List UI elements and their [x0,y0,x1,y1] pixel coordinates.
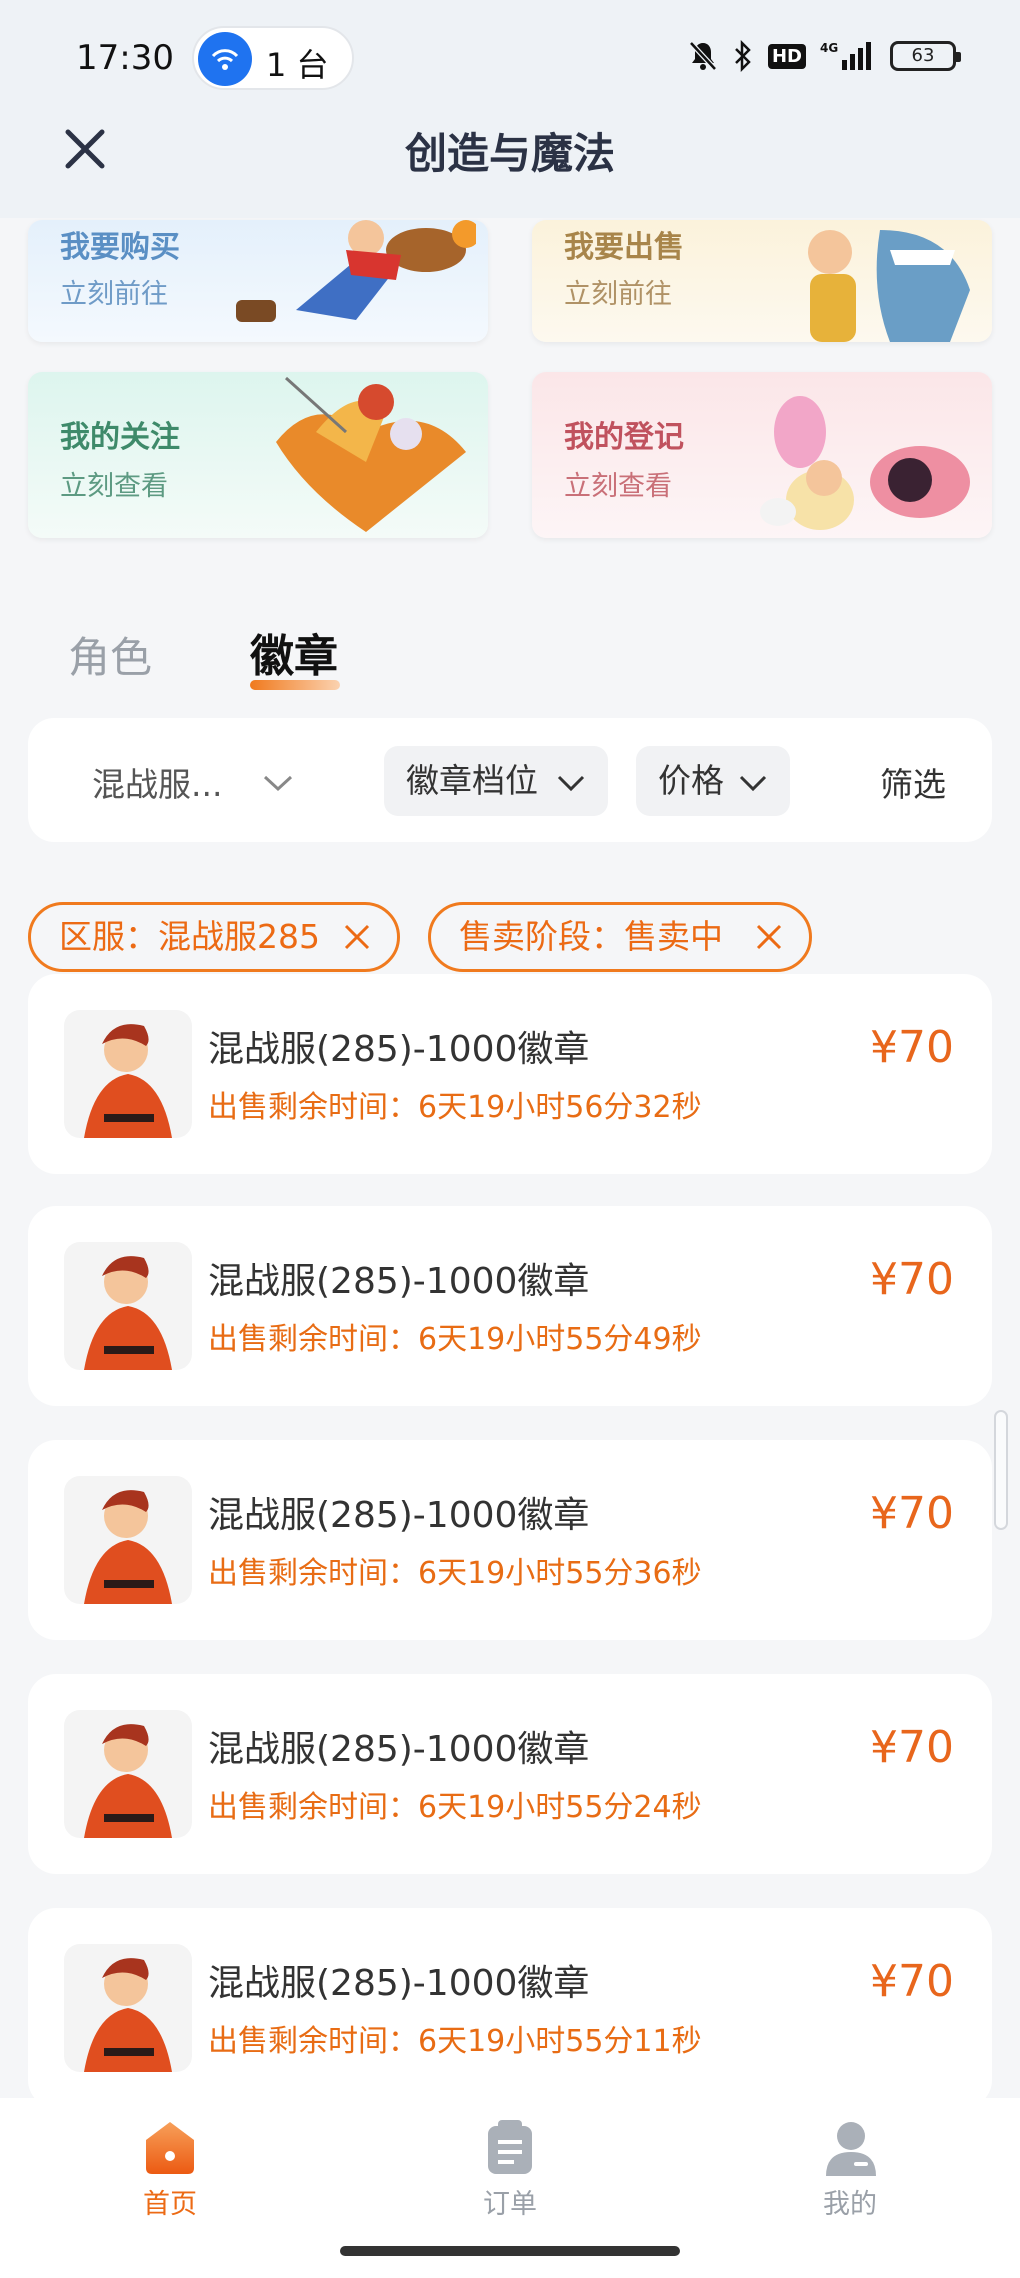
server-tag-label: 区服：混战服285 [59,917,320,956]
sale-stage-tag-label: 售卖阶段：售卖中 [459,917,723,956]
registration-card-title: 我的登记 [564,420,684,455]
listing-price: ¥70 [870,1254,954,1305]
listing-card[interactable]: 混战服(285)-1000徽章 出售剩余时间：6天19小时55分11秒 ¥70 [28,1908,992,2108]
chevron-down-icon[interactable] [262,772,294,794]
sell-card-title: 我要出售 [564,230,684,265]
listing-price: ¥70 [870,1722,954,1773]
remaining-time-label: 出售剩余时间： [208,1790,418,1825]
listing-card[interactable]: 混战服(285)-1000徽章 出售剩余时间：6天19小时55分36秒 ¥70 [28,1440,992,1640]
bluetooth-icon [735,40,751,72]
active-tab-indicator [250,680,340,690]
badge-tier-label: 徽章档位 [406,761,538,800]
hd-icon: HD [767,43,806,69]
scrollbar-thumb[interactable] [994,1410,1008,1530]
bell-off-icon [689,41,717,71]
listing-title: 混战服(285)-1000徽章 [208,1029,590,1070]
listing-price: ¥70 [870,1956,954,2007]
server-tag[interactable]: 区服：混战服285 [28,902,400,972]
page-title: 创造与魔法 [404,129,615,178]
listing-price: ¥70 [870,1488,954,1539]
follow-card-subtitle: 立刻查看 [60,471,168,502]
follow-card-title: 我的关注 [60,420,180,455]
remaining-time-value: 6天19小时55分49秒 [418,1322,702,1357]
nav-home-label: 首页 [143,2189,197,2220]
listing-card[interactable]: 混战服(285)-1000徽章 出售剩余时间：6天19小时55分24秒 ¥70 [28,1674,992,1874]
shark-character-art-icon [808,230,970,342]
server-filter-dropdown[interactable]: 混战服... [92,758,222,806]
remaining-time-value: 6天19小时56分32秒 [418,1090,702,1125]
buy-card-subtitle: 立刻前往 [60,279,168,310]
buy-card[interactable]: 我要购买 立刻前往 [28,220,488,342]
character-avatar [64,1242,192,1370]
battery-icon: 63 [890,41,961,71]
character-art-icon [236,220,476,322]
character-avatar [64,1476,192,1604]
server-filter-label: 混战服... [92,765,223,804]
screen-filter-button[interactable]: 筛选 [880,758,946,806]
listing-card[interactable]: 混战服(285)-1000徽章 出售剩余时间：6天19小时55分49秒 ¥70 [28,1206,992,1406]
character-avatar [64,1010,192,1138]
price-sort-label: 价格 [658,761,724,800]
hotspot-pill[interactable]: 1 台 [192,26,354,90]
listing-title: 混战服(285)-1000徽章 [208,1495,590,1536]
orders-icon [488,2120,532,2174]
listing-remaining-time: 出售剩余时间：6天19小时55分24秒 [208,1782,702,1826]
status-time: 17:30 [76,38,174,78]
close-icon[interactable] [755,923,783,951]
nav-orders-label: 订单 [483,2189,537,2220]
remaining-time-label: 出售剩余时间： [208,2024,418,2059]
hotspot-count: 1 台 [266,46,329,84]
sell-card-subtitle: 立刻前往 [564,279,672,310]
listing-title: 混战服(285)-1000徽章 [208,1261,590,1302]
svg-text:4G: 4G [820,41,838,55]
4g-signal-icon: 4G [820,41,871,70]
tab-role[interactable]: 角色 [68,624,152,685]
home-indicator[interactable] [340,2246,680,2256]
listing-card[interactable]: 混战服(285)-1000徽章 出售剩余时间：6天19小时56分32秒 ¥70 [28,974,992,1174]
listing-remaining-time: 出售剩余时间：6天19小时55分11秒 [208,2016,702,2060]
remaining-time-label: 出售剩余时间： [208,1556,418,1591]
listing-remaining-time: 出售剩余时间：6天19小时55分36秒 [208,1548,702,1592]
status-icons: HD 4G 63 [688,40,961,72]
character-avatar [64,1710,192,1838]
user-icon [826,2122,876,2176]
bird-character-art-icon [276,376,466,532]
remaining-time-value: 6天19小时55分24秒 [418,1790,702,1825]
chevron-down-icon [557,775,585,792]
home-icon [146,2122,194,2174]
character-avatar [64,1944,192,2072]
listing-remaining-time: 出售剩余时间：6天19小时55分49秒 [208,1314,702,1358]
close-icon[interactable] [343,923,371,951]
tab-badge[interactable]: 徽章 [250,620,338,684]
remaining-time-label: 出售剩余时间： [208,1322,418,1357]
follow-card[interactable]: 我的关注 立刻查看 [28,372,488,538]
sale-stage-tag[interactable]: 售卖阶段：售卖中 [428,902,812,972]
hotspot-icon [198,32,252,86]
sell-card[interactable]: 我要出售 立刻前往 [532,220,992,342]
remaining-time-label: 出售剩余时间： [208,1090,418,1125]
chevron-down-icon [739,775,767,792]
nav-mine-label: 我的 [823,2189,877,2220]
pets-character-art-icon [760,396,970,530]
remaining-time-value: 6天19小时55分11秒 [418,2024,702,2059]
remaining-time-value: 6天19小时55分36秒 [418,1556,702,1591]
registration-card[interactable]: 我的登记 立刻查看 [532,372,992,538]
listing-price: ¥70 [870,1022,954,1073]
buy-card-title: 我要购买 [60,230,180,265]
battery-level: 63 [911,45,935,66]
listing-remaining-time: 出售剩余时间：6天19小时56分32秒 [208,1082,702,1126]
listing-title: 混战服(285)-1000徽章 [208,1729,590,1770]
registration-card-subtitle: 立刻查看 [564,471,672,502]
listing-title: 混战服(285)-1000徽章 [208,1963,590,2004]
